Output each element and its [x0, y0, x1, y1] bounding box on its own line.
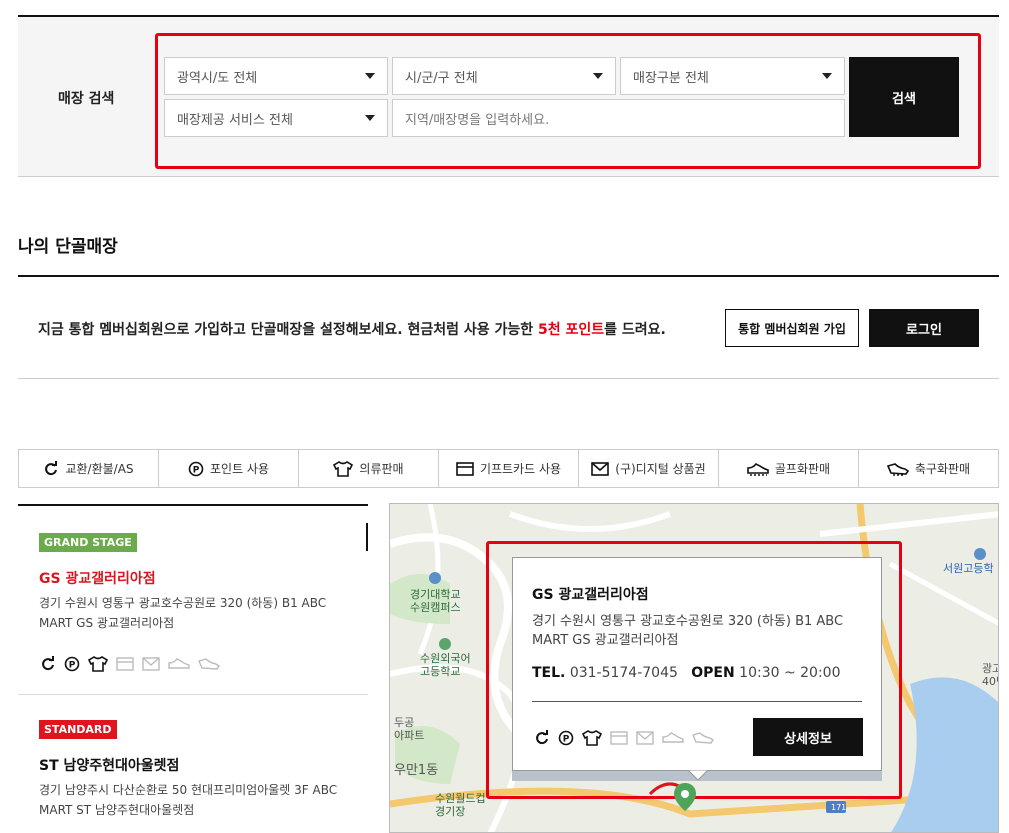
list-scrollbar[interactable] [366, 523, 368, 551]
soccer-shoe-icon [198, 658, 220, 670]
envelope-icon [636, 731, 654, 745]
city-select-value: 시/군/구 전체 [405, 70, 478, 86]
city-select[interactable]: 시/군/구 전체 [392, 57, 616, 95]
store-list-item[interactable]: STANDARD ST 남양주현대아울렛점 경기 남양주시 다산순환로 50 현… [18, 695, 368, 833]
svg-text:P: P [563, 735, 570, 745]
map-label-right: 광고 40단 [982, 662, 998, 688]
filter-soccer-shoes[interactable]: 축구화판매 [859, 450, 998, 487]
popup-address: 경기 수원시 영통구 광교호수공원로 320 (하동) B1 ABC MART … [532, 614, 844, 648]
popup-pointer [688, 770, 708, 781]
filter-exchange[interactable]: 교환/환불/AS [19, 450, 159, 487]
popup-contact: TEL. 031-5174-7045 OPEN 10:30 ~ 20:00 [532, 665, 841, 681]
favorite-message-highlight: 5천 포인트 [537, 322, 605, 338]
favorite-store-title: 나의 단골매장 [18, 237, 118, 257]
region-select[interactable]: 광역시/도 전체 [164, 57, 388, 95]
favorite-message: 지금 통합 멤버십회원으로 가입하고 단골매장을 설정해보세요. 현금처럼 사용… [38, 319, 666, 339]
popup-open-label: OPEN [691, 665, 735, 681]
point-icon: P [188, 461, 204, 476]
detail-button[interactable]: 상세정보 [753, 718, 863, 756]
login-button[interactable]: 로그인 [869, 309, 979, 347]
tshirt-icon [333, 460, 354, 477]
store-name[interactable]: GS 광교갤러리아점 [39, 568, 156, 588]
filter-clothing-label: 의류판매 [359, 462, 404, 476]
map-label-school: 수원외국어 고등학교 [420, 652, 471, 678]
exchange-icon [45, 460, 58, 475]
store-type-select-value: 매장구분 전체 [633, 70, 709, 86]
giftcard-icon [610, 731, 628, 745]
svg-text:P: P [193, 465, 200, 475]
favorite-message-text: 지금 통합 멤버십회원으로 가입하고 단골매장을 설정해보세요. 현금처럼 사용… [38, 322, 538, 338]
popup-service-icons: P [534, 730, 714, 746]
filter-giftcard-label: 기프트카드 사용 [479, 462, 562, 476]
map-label-route: 171 [831, 803, 847, 812]
popup-store-name: GS 광교갤러리아점 [532, 587, 649, 603]
golf-shoe-icon [747, 462, 769, 476]
filter-point-label: 포인트 사용 [209, 462, 269, 476]
store-name[interactable]: ST 남양주현대아울렛점 [39, 755, 179, 775]
chevron-down-icon [593, 73, 603, 79]
filter-clothing[interactable]: 의류판매 [299, 450, 439, 487]
store-address: 경기 남양주시 다산순환로 50 현대프리미엄아울렛 3F ABC MART S… [39, 783, 338, 817]
chevron-down-icon [365, 115, 375, 121]
store-info-popup: GS 광교갤러리아점 경기 수원시 영통구 광교호수공원로 320 (하동) B… [512, 557, 882, 771]
store-address: 경기 수원시 영통구 광교호수공원로 320 (하동) B1 ABC MART … [39, 596, 327, 630]
exchange-icon [536, 730, 548, 745]
filter-soccer-shoes-label: 축구화판매 [914, 462, 971, 476]
map-pin-icon[interactable] [672, 782, 698, 812]
point-icon: P [64, 656, 80, 672]
exchange-icon [42, 656, 54, 671]
map-label-town: 우만1동 [394, 763, 439, 778]
giftcard-icon [116, 657, 134, 671]
favorite-top-divider [18, 275, 999, 277]
filter-golf-shoes-label: 골프화판매 [774, 462, 831, 476]
popup-tel: 031-5174-7045 [569, 665, 678, 681]
point-icon: P [558, 730, 574, 746]
map-label-university: 경기대학교 수원캠퍼스 [410, 588, 461, 614]
map-label-apartment: 두공 아파트 [394, 716, 425, 742]
service-select-value: 매장제공 서비스 전체 [177, 112, 293, 128]
filter-exchange-label: 교환/환불/AS [65, 462, 134, 476]
favorite-message-end: 를 드려요. [604, 322, 666, 338]
filter-digital-voucher-label: (구)디지털 상품권 [615, 462, 706, 476]
golf-shoe-icon [168, 658, 190, 669]
svg-text:P: P [69, 661, 76, 671]
map-label-stadium: 수원월드컵 경기장 [435, 792, 486, 818]
service-filter-bar: 교환/환불/AS P 포인트 사용 의류판매 기프트카드 사용 (구)디지털 상… [18, 449, 999, 488]
filter-golf-shoes[interactable]: 골프화판매 [719, 450, 859, 487]
popup-hours: 10:30 ~ 20:00 [739, 665, 841, 681]
store-type-select[interactable]: 매장구분 전체 [620, 57, 845, 95]
envelope-icon [142, 657, 160, 671]
favorite-bottom-divider [18, 378, 999, 379]
soccer-shoe-icon [886, 462, 909, 476]
keyword-input[interactable]: 지역/매장명을 입력하세요. [392, 99, 845, 137]
tshirt-icon [582, 730, 602, 746]
store-list-item[interactable]: GRAND STAGE GS 광교갤러리아점 경기 수원시 영통구 광교호수공원… [18, 506, 368, 694]
filter-digital-voucher[interactable]: (구)디지털 상품권 [579, 450, 719, 487]
store-service-icons: P [40, 656, 220, 672]
map-label-right-school: 서원고등학 [943, 562, 994, 575]
keyword-placeholder: 지역/매장명을 입력하세요. [405, 112, 550, 128]
giftcard-icon [456, 461, 474, 476]
filter-giftcard[interactable]: 기프트카드 사용 [439, 450, 579, 487]
soccer-shoe-icon [692, 732, 714, 744]
store-badge: STANDARD [39, 720, 117, 739]
search-button[interactable]: 검색 [849, 57, 959, 137]
popup-tel-label: TEL. [532, 665, 566, 681]
store-list: GRAND STAGE GS 광교갤러리아점 경기 수원시 영통구 광교호수공원… [18, 504, 368, 833]
envelope-icon [591, 461, 610, 476]
search-title: 매장 검색 [58, 91, 115, 107]
tshirt-icon [88, 656, 108, 672]
chevron-down-icon [365, 73, 375, 79]
filter-point[interactable]: P 포인트 사용 [159, 450, 299, 487]
membership-join-button[interactable]: 통합 멤버십회원 가입 [725, 309, 859, 347]
golf-shoe-icon [662, 732, 684, 743]
chevron-down-icon [822, 73, 832, 79]
popup-divider [532, 701, 862, 702]
store-badge: GRAND STAGE [39, 533, 137, 552]
region-select-value: 광역시/도 전체 [177, 70, 258, 86]
service-select[interactable]: 매장제공 서비스 전체 [164, 99, 388, 137]
